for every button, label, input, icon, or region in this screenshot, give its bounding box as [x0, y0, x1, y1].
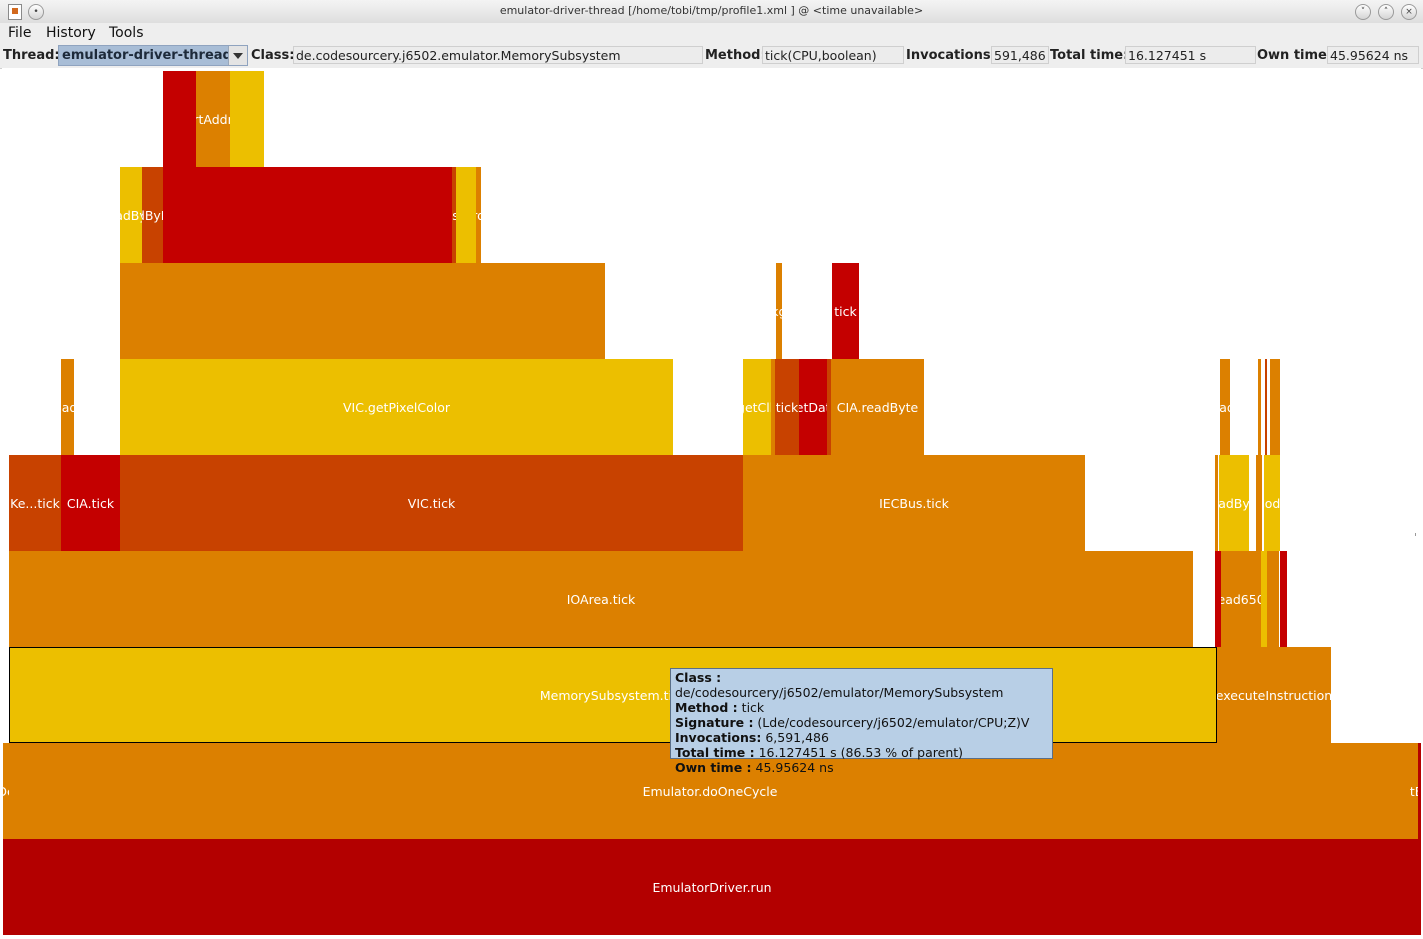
- flame-block[interactable]: Ke...tick: [9, 455, 61, 551]
- thread-select[interactable]: emulator-driver-thread: [58, 45, 248, 66]
- flame-block[interactable]: [1280, 551, 1287, 647]
- flame-block[interactable]: VIC.getBackgroundColor: [776, 263, 782, 359]
- flame-block[interactable]: IOArea.tick: [9, 551, 1193, 647]
- tooltip-class-label: Class :: [675, 670, 722, 685]
- flame-block[interactable]: executeInstruction: [1217, 647, 1331, 743]
- tooltip-method-value: tick: [741, 700, 765, 715]
- tooltip-signature-label: Signature :: [675, 715, 754, 730]
- flame-block[interactable]: CIA.readByte: [831, 359, 924, 455]
- flame-block[interactable]: [120, 263, 605, 359]
- class-label: Class:: [251, 48, 295, 63]
- flame-block[interactable]: EmulatorDriver.run: [3, 839, 1421, 935]
- resize-handle[interactable]: [1415, 533, 1419, 536]
- flame-block[interactable]: readByte: [120, 167, 142, 263]
- window-title: emulator-driver-thread [/home/tobi/tmp/p…: [499, 4, 924, 17]
- flame-block[interactable]: Code: [1264, 455, 1280, 551]
- menu-file[interactable]: File: [8, 25, 31, 41]
- tooltip-own-label: Own time :: [675, 760, 752, 775]
- invocations-field[interactable]: 591,486: [991, 46, 1049, 64]
- own-time-label: Own time:: [1257, 48, 1333, 63]
- method-info-bar: Thread: emulator-driver-thread Class: de…: [0, 44, 1423, 69]
- close-icon[interactable]: ×: [1401, 4, 1417, 20]
- menu-tools[interactable]: Tools: [109, 25, 144, 41]
- thread-label: Thread:: [3, 48, 60, 63]
- flame-block[interactable]: VIC.getPixelColor: [120, 359, 673, 455]
- flame-block[interactable]: StartAddress: [196, 71, 230, 167]
- tooltip-signature-value: (Lde/codesourcery/j6502/emulator/CPU;Z)V: [757, 715, 1030, 730]
- own-time-field[interactable]: 45.95624 ns: [1327, 46, 1419, 64]
- flame-block[interactable]: [1256, 455, 1262, 551]
- flame-block[interactable]: [163, 71, 196, 167]
- thread-select-value: emulator-driver-thread: [62, 48, 232, 63]
- tooltip-class-value: de/codesourcery/j6502/emulator/MemorySub…: [675, 685, 1004, 700]
- flame-block[interactable]: [1270, 359, 1280, 455]
- flame-block[interactable]: CIA.tick: [61, 455, 120, 551]
- flame-block[interactable]: De: [3, 743, 9, 839]
- total-time-label: Total time:: [1050, 48, 1129, 63]
- window-titlebar: • emulator-driver-thread [/home/tobi/tmp…: [0, 0, 1423, 24]
- tooltip-total-value: 16.127451 s (86.53 % of parent): [758, 745, 964, 760]
- flame-block[interactable]: [1265, 359, 1267, 455]
- flame-graph[interactable]: EmulatorDriver.runEmulator.doOneCycleDer…: [2, 68, 1421, 936]
- class-field[interactable]: de.codesourcery.j6502.emulator.MemorySub…: [293, 46, 703, 64]
- tooltip-own-value: 45.95624 ns: [755, 760, 834, 775]
- flame-block[interactable]: [827, 359, 831, 455]
- flame-block[interactable]: tick: [832, 263, 859, 359]
- flame-block[interactable]: getClk: [743, 359, 771, 455]
- flame-block[interactable]: getrdata: [476, 167, 481, 263]
- menu-history[interactable]: History: [46, 25, 96, 41]
- flame-block[interactable]: [456, 167, 476, 263]
- flame-block[interactable]: readByRAM: [142, 167, 163, 263]
- flame-block[interactable]: VIC.tick: [120, 455, 743, 551]
- flame-block[interactable]: tick: [775, 359, 799, 455]
- flame-block[interactable]: [230, 71, 264, 167]
- method-tooltip: Class : de/codesourcery/j6502/emulator/M…: [670, 668, 1053, 775]
- tooltip-invocations-value: 6,591,486: [765, 730, 829, 745]
- flame-block[interactable]: IECBus.tick: [743, 455, 1085, 551]
- tooltip-invocations-label: Invocations:: [675, 730, 762, 745]
- flame-block[interactable]: readByte: [1219, 455, 1249, 551]
- flame-block[interactable]: readB: [1220, 359, 1230, 455]
- method-label: Method:: [705, 48, 766, 63]
- maximize-icon[interactable]: ˄: [1378, 4, 1394, 20]
- flame-block[interactable]: [163, 167, 452, 263]
- total-time-field[interactable]: 16.127451 s: [1125, 46, 1256, 64]
- tooltip-method-label: Method :: [675, 700, 738, 715]
- flame-block[interactable]: [1258, 359, 1261, 455]
- chevron-down-icon[interactable]: [228, 46, 247, 65]
- tooltip-total-label: Total time :: [675, 745, 755, 760]
- flame-block[interactable]: Read6502: [1221, 551, 1261, 647]
- method-field[interactable]: tick(CPU,boolean): [762, 46, 904, 64]
- flame-block[interactable]: getData: [799, 359, 827, 455]
- minimize-icon[interactable]: ˅: [1355, 4, 1371, 20]
- menu-bar: File History Tools: [0, 23, 1423, 44]
- flame-block[interactable]: [1418, 743, 1421, 839]
- flame-block[interactable]: [1267, 551, 1279, 647]
- flame-block[interactable]: rtB: [1410, 743, 1418, 839]
- flame-block[interactable]: readB: [61, 359, 74, 455]
- invocations-label: Invocations:: [906, 48, 996, 63]
- flame-block[interactable]: [1215, 455, 1218, 551]
